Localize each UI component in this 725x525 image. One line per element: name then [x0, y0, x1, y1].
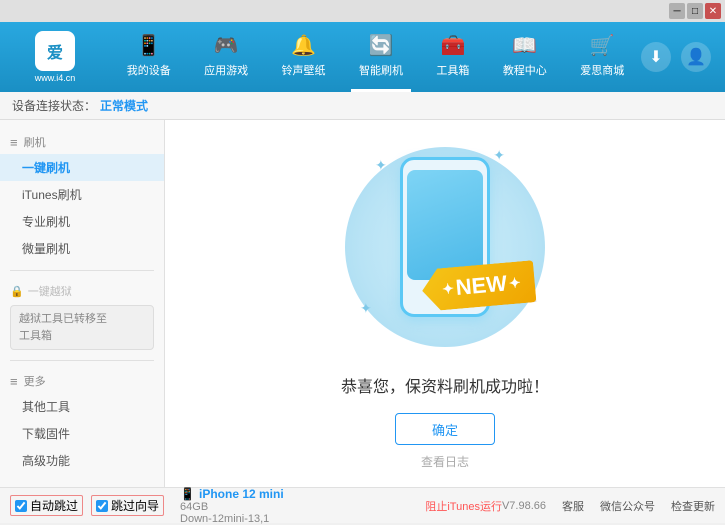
sidebar-more-header: ≡ 更多 [0, 369, 164, 393]
account-button[interactable]: 👤 [681, 42, 711, 72]
nav-label-apps-games: 应用游戏 [204, 62, 248, 78]
nav-label-smart-flash: 智能刷机 [359, 62, 403, 78]
sidebar-divider-1 [10, 270, 154, 271]
sidebar-item-itunes-flash[interactable]: iTunes刷机 [0, 181, 164, 208]
device-storage: 64GB [180, 501, 284, 513]
minimize-button[interactable]: ─ [669, 3, 685, 19]
daily-log-link[interactable]: 查看日志 [421, 453, 469, 470]
apps-games-icon: 🎮 [214, 33, 239, 58]
header: 爱 www.i4.cn 📱 我的设备 🎮 应用游戏 🔔 铃声壁纸 🔄 智能刷机 … [0, 22, 725, 92]
sidebar: ≡ 刷机 一键刷机 iTunes刷机 专业刷机 微量刷机 🔒 一键越狱 [0, 120, 165, 487]
nav-bar: 📱 我的设备 🎮 应用游戏 🔔 铃声壁纸 🔄 智能刷机 🧰 工具箱 📖 教程中心… [110, 22, 641, 92]
sidebar-section-more: ≡ 更多 其他工具 下载固件 高级功能 [0, 365, 164, 478]
flash-section-label: 刷机 [24, 134, 46, 150]
device-icon: 📱 [180, 487, 195, 501]
sidebar-item-download-firmware[interactable]: 下载固件 [0, 420, 164, 447]
more-section-icon: ≡ [10, 374, 18, 389]
bottom-right: V7.98.66 客服 微信公众号 检查更新 [502, 498, 715, 514]
title-bar: ─ □ ✕ [0, 0, 725, 22]
nav-item-my-device[interactable]: 📱 我的设备 [119, 22, 179, 92]
wechat-link[interactable]: 微信公众号 [600, 498, 655, 514]
nav-item-ringtones[interactable]: 🔔 铃声壁纸 [274, 22, 334, 92]
sidebar-section-flash: ≡ 刷机 一键刷机 iTunes刷机 专业刷机 微量刷机 [0, 126, 164, 266]
nav-item-apps-games[interactable]: 🎮 应用游戏 [196, 22, 256, 92]
auto-dismiss-checkbox-item[interactable]: 自动跳过 [10, 495, 83, 516]
nav-item-smart-flash[interactable]: 🔄 智能刷机 [351, 22, 411, 92]
sidebar-jailbreak-header: 🔒 一键越狱 [0, 279, 164, 303]
device-name: 📱 iPhone 12 mini [180, 487, 284, 501]
skip-wizard-label: 跳过向导 [111, 497, 159, 514]
sparkle-icon-3: ✦ [360, 300, 372, 317]
nav-label-my-device: 我的设备 [127, 62, 171, 78]
status-label: 设备连接状态： [12, 97, 96, 114]
toolbox-icon: 🧰 [440, 33, 465, 58]
nav-item-store[interactable]: 🛒 爱思商城 [572, 22, 632, 92]
support-link[interactable]: 客服 [562, 498, 584, 514]
sparkle-icon-2: ✦ [493, 147, 505, 164]
sidebar-item-one-key-flash[interactable]: 一键刷机 [0, 154, 164, 181]
nav-label-tutorial: 教程中心 [503, 62, 547, 78]
skip-wizard-checkbox-item[interactable]: 跳过向导 [91, 495, 164, 516]
logo[interactable]: 爱 www.i4.cn [0, 31, 110, 83]
lock-icon: 🔒 [10, 285, 24, 298]
confirm-button[interactable]: 确定 [395, 413, 495, 445]
status-value: 正常模式 [100, 97, 148, 114]
sidebar-item-other-tools[interactable]: 其他工具 [0, 393, 164, 420]
logo-url: www.i4.cn [35, 73, 76, 83]
store-icon: 🛒 [590, 33, 615, 58]
tutorial-icon: 📖 [512, 33, 537, 58]
header-right: ⬇ 👤 [641, 42, 725, 72]
nav-item-toolbox[interactable]: 🧰 工具箱 [428, 22, 477, 92]
sidebar-item-wipe-flash[interactable]: 微量刷机 [0, 235, 164, 262]
sparkle-icon-1: ✦ [375, 157, 387, 174]
sidebar-section-jailbreak: 🔒 一键越狱 越狱工具已转移至工具箱 [0, 275, 164, 356]
stop-itunes-button[interactable]: 阻止iTunes运行 [425, 498, 502, 514]
nav-label-ringtones: 铃声壁纸 [282, 62, 326, 78]
maximize-button[interactable]: □ [687, 3, 703, 19]
phone-screen [407, 170, 483, 280]
flash-section-icon: ≡ [10, 135, 18, 150]
check-update-button[interactable]: 检查更新 [671, 498, 715, 514]
sidebar-jailbreak-note: 越狱工具已转移至工具箱 [10, 305, 154, 350]
nav-item-tutorial[interactable]: 📖 教程中心 [495, 22, 555, 92]
auto-dismiss-label: 自动跳过 [30, 497, 78, 514]
sidebar-item-advanced[interactable]: 高级功能 [0, 447, 164, 474]
phone-illustration: ✦ ✦ ✦ ✦ NEW ✦ [345, 137, 545, 357]
bottom-left: 自动跳过 跳过向导 📱 iPhone 12 mini 64GB Down-12m… [10, 487, 425, 525]
download-button[interactable]: ⬇ [641, 42, 671, 72]
smart-flash-icon: 🔄 [369, 33, 394, 58]
ringtones-icon: 🔔 [291, 33, 316, 58]
auto-dismiss-checkbox[interactable] [15, 500, 27, 512]
logo-icon: 爱 [35, 31, 75, 71]
device-info: 📱 iPhone 12 mini 64GB Down-12mini-13,1 [180, 487, 284, 525]
status-bar: 设备连接状态： 正常模式 [0, 92, 725, 120]
sidebar-section-flash-header: ≡ 刷机 [0, 130, 164, 154]
sidebar-item-pro-flash[interactable]: 专业刷机 [0, 208, 164, 235]
skip-wizard-checkbox[interactable] [96, 500, 108, 512]
bottom-bar: 自动跳过 跳过向导 📱 iPhone 12 mini 64GB Down-12m… [0, 487, 725, 523]
close-button[interactable]: ✕ [705, 3, 721, 19]
nav-label-store: 爱思商城 [580, 62, 624, 78]
success-text: 恭喜您，保资料刷机成功啦！ [341, 373, 549, 397]
version-label: V7.98.66 [502, 500, 546, 512]
sidebar-divider-2 [10, 360, 154, 361]
my-device-icon: 📱 [136, 33, 161, 58]
content-area: ✦ ✦ ✦ ✦ NEW ✦ 恭喜您，保资料刷机成功啦！ 确定 查看日志 [165, 120, 725, 487]
main-area: ≡ 刷机 一键刷机 iTunes刷机 专业刷机 微量刷机 🔒 一键越狱 [0, 120, 725, 487]
nav-label-toolbox: 工具箱 [436, 62, 469, 78]
